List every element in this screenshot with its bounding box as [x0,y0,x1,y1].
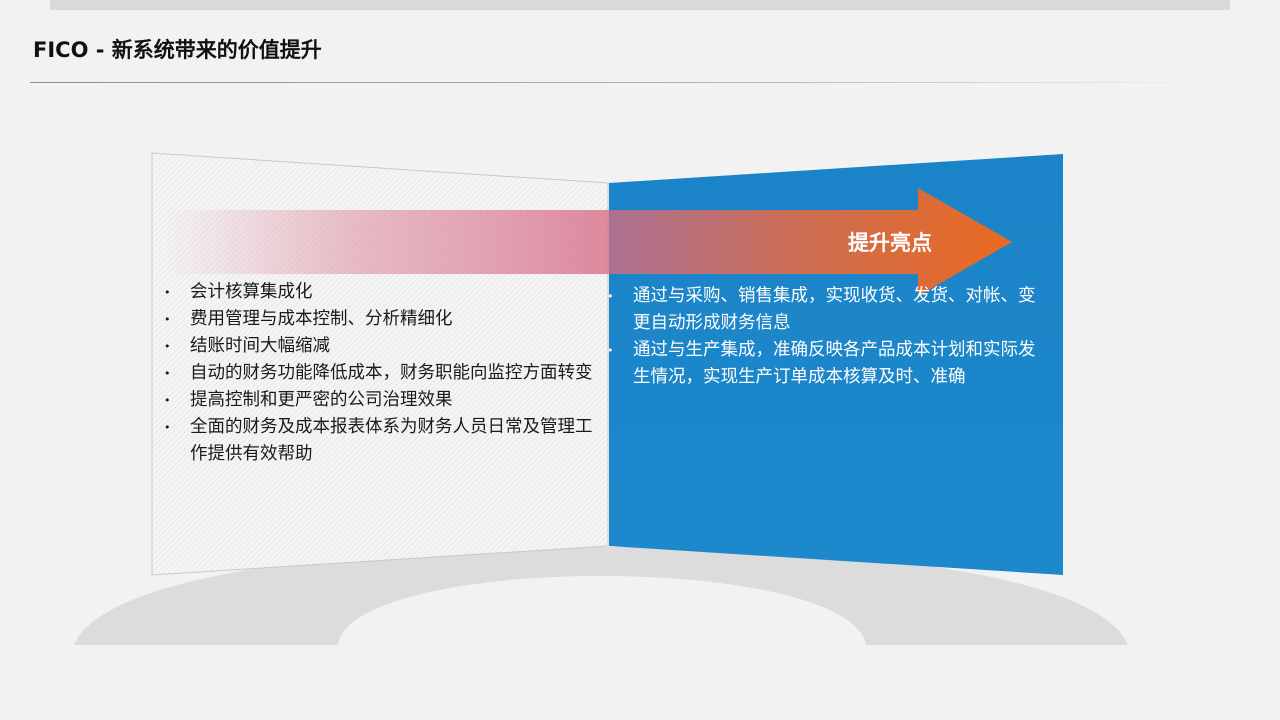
list-item: 会计核算集成化 [164,279,604,306]
slide: FICO - 新系统带来的价值提升 提升亮点 • 会计核算集成化 • 费用管理与… [0,0,1280,720]
right-highlight-list: 通过与采购、销售集成，实现收货、发货、对帐、变更自动形成财务信息 通过与生产集成… [607,283,1052,391]
list-item: 自动的财务功能降低成本，财务职能向监控方面转变 [164,360,604,387]
highlight-arrow-label: 提升亮点 [848,231,932,255]
list-item: 通过与生产集成，准确反映各产品成本计划和实际发生情况，实现生产订单成本核算及时、… [607,337,1052,391]
list-item: 通过与采购、销售集成，实现收货、发货、对帐、变更自动形成财务信息 [607,283,1052,337]
list-item: 提高控制和更严密的公司治理效果 [164,387,604,414]
list-item: 费用管理与成本控制、分析精细化 [164,306,604,333]
left-benefit-list: 会计核算集成化 费用管理与成本控制、分析精细化 结账时间大幅缩减 自动的财务功能… [164,279,604,468]
list-item: 全面的财务及成本报表体系为财务人员日常及管理工作提供有效帮助 [164,414,604,468]
list-item: 结账时间大幅缩减 [164,333,604,360]
